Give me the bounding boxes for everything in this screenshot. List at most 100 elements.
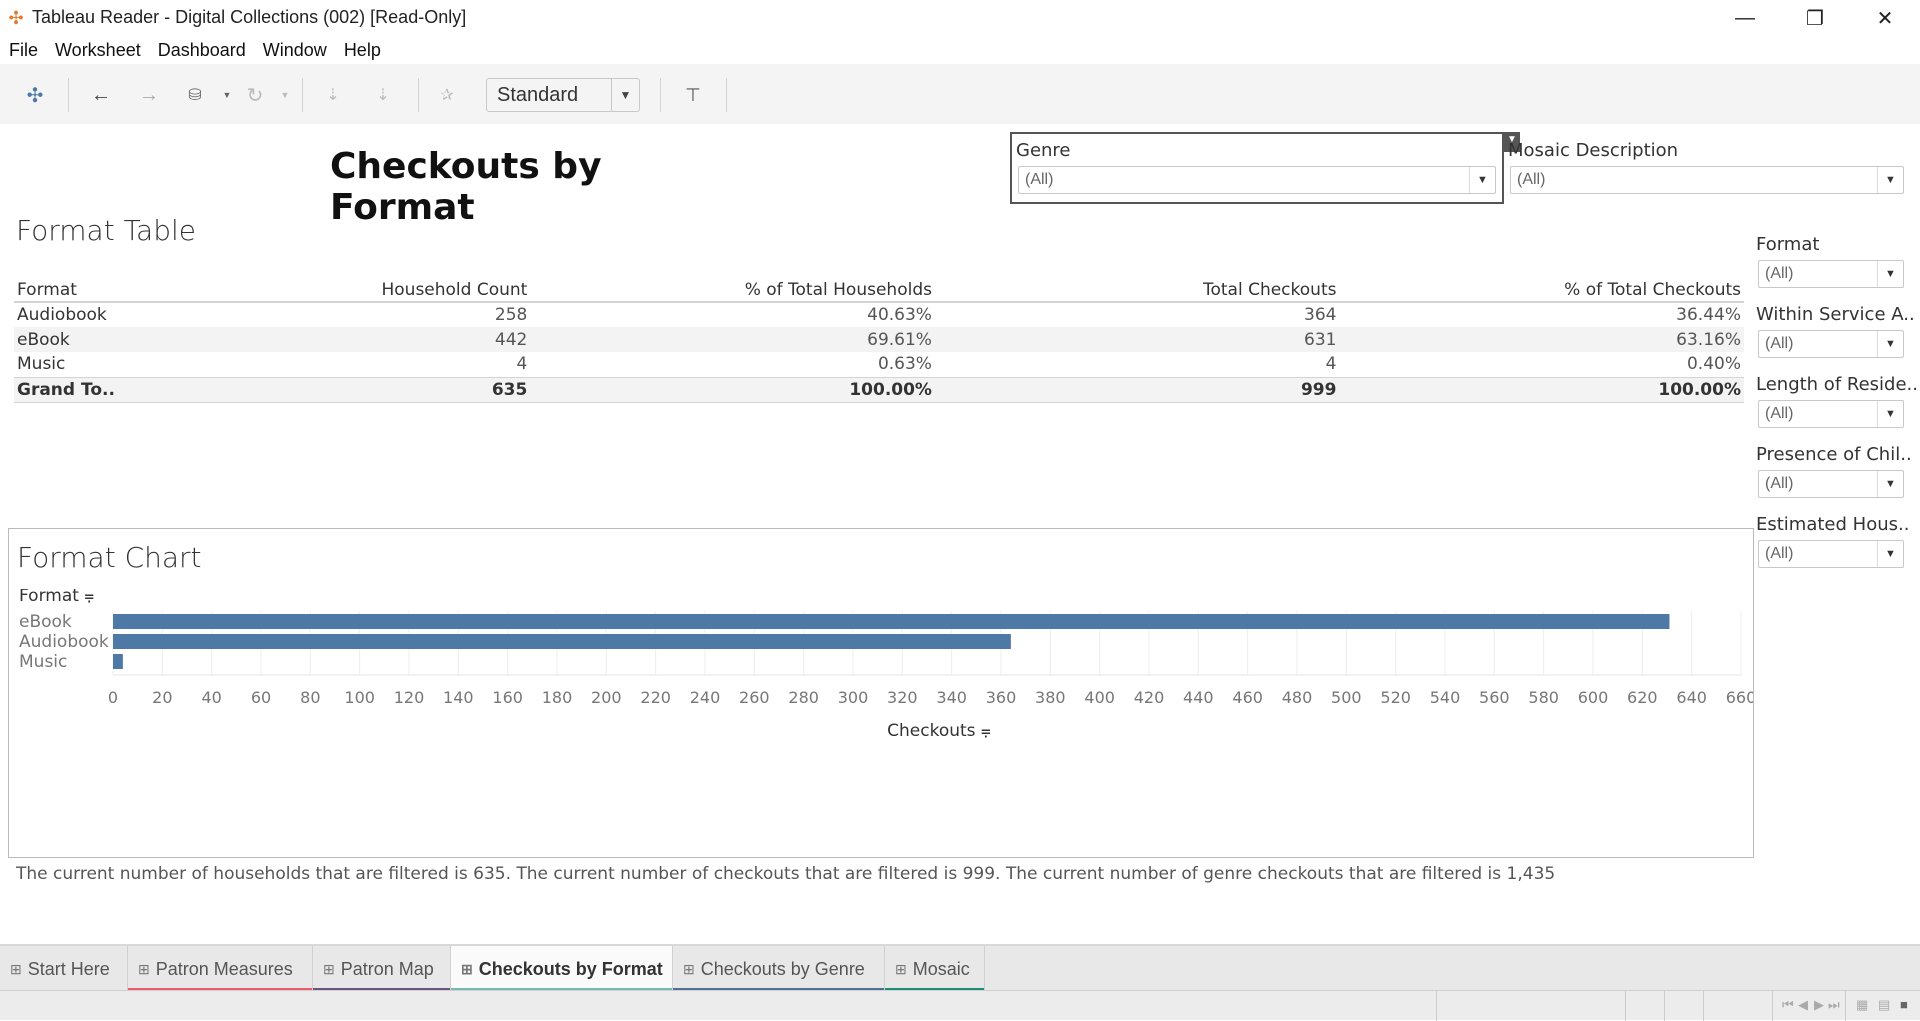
view-size-select[interactable]: Standard ▼ bbox=[486, 78, 640, 112]
status-bar: ⏮ ◀ ▶ ⏭ ▦ ▤ ■ bbox=[0, 990, 1920, 1021]
toolbar-divider bbox=[68, 78, 69, 112]
prev-page-icon[interactable]: ◀ bbox=[1798, 997, 1808, 1013]
next-page-icon[interactable]: ▶ bbox=[1814, 997, 1824, 1013]
x-tick-label: 580 bbox=[1528, 688, 1559, 707]
close-button[interactable]: ✕ bbox=[1850, 0, 1920, 36]
side-filter-select[interactable]: (All) ▼ bbox=[1758, 470, 1904, 498]
bar[interactable] bbox=[113, 654, 123, 669]
total-cell[interactable]: 999 bbox=[934, 376, 1340, 403]
column-header[interactable]: % of Total Households bbox=[530, 278, 935, 303]
mosaic-filter-select[interactable]: (All) ▼ bbox=[1510, 166, 1904, 194]
table-cell[interactable]: 36.44% bbox=[1339, 302, 1744, 327]
x-tick-label: 280 bbox=[788, 688, 819, 707]
sheet-tab[interactable]: ⊞ Patron Measures bbox=[128, 946, 313, 992]
side-filter-select[interactable]: (All) ▼ bbox=[1758, 400, 1904, 428]
table-cell[interactable]: 364 bbox=[935, 302, 1340, 327]
format-table: Format Household Count % of Total Househ… bbox=[14, 278, 1744, 403]
first-page-icon[interactable]: ⏮ bbox=[1782, 997, 1794, 1013]
table-cell[interactable]: Music bbox=[14, 352, 183, 377]
sort-descending-icon[interactable]: ⇣ bbox=[368, 80, 398, 110]
single-view-icon[interactable]: ■ bbox=[1900, 997, 1908, 1012]
total-cell[interactable]: 100.00% bbox=[530, 376, 935, 403]
x-tick-label: 120 bbox=[394, 688, 425, 707]
back-arrow-icon[interactable]: ← bbox=[86, 80, 116, 110]
grand-total-row: Grand To.. 635 100.00% 999 100.00% bbox=[14, 376, 1744, 403]
sheet-tab-label: Start Here bbox=[27, 958, 110, 979]
menu-dashboard[interactable]: Dashboard bbox=[158, 36, 246, 64]
format-chart-title: Format Chart bbox=[17, 541, 202, 574]
table-cell[interactable]: eBook bbox=[14, 327, 184, 352]
pin-icon[interactable]: ✰ bbox=[432, 80, 462, 110]
table-cell[interactable]: 0.63% bbox=[530, 352, 935, 377]
total-cell[interactable]: 100.00% bbox=[1339, 376, 1744, 403]
refresh-dropdown-icon[interactable]: ▼ bbox=[270, 80, 300, 110]
category-label: eBook bbox=[19, 612, 72, 632]
menu-help[interactable]: Help bbox=[344, 36, 381, 64]
status-divider bbox=[1772, 991, 1773, 1021]
refresh-icon[interactable]: ↻ bbox=[240, 80, 270, 110]
x-tick-label: 260 bbox=[739, 688, 770, 707]
format-bar-chart: Format ⩦ eBookAudiobookMusic 0 20 40 60 80 100 1… bbox=[19, 589, 1753, 741]
bar[interactable] bbox=[113, 614, 1670, 629]
side-filter-select[interactable]: (All) ▼ bbox=[1758, 260, 1904, 288]
chevron-down-icon: ▼ bbox=[1877, 471, 1903, 497]
sheet-tab[interactable]: ⊞ Checkouts by Genre bbox=[673, 946, 885, 992]
x-tick-label: 560 bbox=[1479, 688, 1510, 707]
minimize-button[interactable]: — bbox=[1710, 0, 1780, 36]
table-cell[interactable]: 63.16% bbox=[1339, 327, 1744, 352]
table-cell[interactable]: 40.63% bbox=[530, 302, 935, 327]
table-cell[interactable]: 0.40% bbox=[1339, 352, 1744, 377]
status-divider bbox=[1703, 991, 1704, 1021]
table-cell[interactable]: 258 bbox=[183, 302, 530, 327]
total-cell[interactable]: 635 bbox=[183, 376, 531, 403]
dashboard-tab-icon: ⊞ bbox=[895, 960, 907, 977]
table-cell[interactable]: 4 bbox=[183, 352, 530, 377]
total-cell[interactable]: Grand To.. bbox=[14, 376, 184, 403]
toolbar-divider bbox=[302, 78, 303, 112]
menu-file[interactable]: File bbox=[9, 36, 38, 64]
sheet-tab[interactable]: ⊞ Checkouts by Format bbox=[451, 946, 673, 992]
pause-data-icon[interactable]: ⛁ bbox=[180, 80, 210, 110]
x-tick-label: 440 bbox=[1183, 688, 1214, 707]
chevron-down-icon: ▼ bbox=[1877, 541, 1903, 567]
column-header[interactable]: Format bbox=[14, 278, 184, 303]
table-cell[interactable]: 4 bbox=[935, 352, 1340, 377]
filmstrip-view-icon[interactable]: ▤ bbox=[1878, 997, 1890, 1013]
genre-filter-label: Genre bbox=[1016, 140, 1071, 161]
table-cell[interactable]: 442 bbox=[183, 327, 531, 352]
table-cell[interactable]: 631 bbox=[934, 327, 1340, 352]
presentation-icon[interactable]: ⊤ bbox=[678, 80, 708, 110]
x-tick-label: 220 bbox=[640, 688, 671, 707]
x-tick-label: 620 bbox=[1627, 688, 1658, 707]
x-tick-label: 540 bbox=[1430, 688, 1461, 707]
sheet-tab[interactable]: ⊞ Mosaic bbox=[885, 946, 985, 992]
column-header[interactable]: % of Total Checkouts bbox=[1339, 278, 1744, 303]
table-cell[interactable]: Audiobook bbox=[14, 302, 183, 327]
column-header[interactable]: Household Count bbox=[183, 278, 531, 303]
sheet-tab[interactable]: ⊞ Start Here bbox=[0, 946, 128, 992]
x-tick-label: 360 bbox=[986, 688, 1017, 707]
side-filter-select[interactable]: (All) ▼ bbox=[1758, 540, 1904, 568]
chevron-down-icon: ▼ bbox=[1877, 261, 1903, 287]
side-filter-select[interactable]: (All) ▼ bbox=[1758, 330, 1904, 358]
x-tick-label: 0 bbox=[108, 688, 118, 707]
tableau-home-icon[interactable]: ✣ bbox=[20, 80, 50, 110]
menu-bar: File Worksheet Dashboard Window Help bbox=[0, 36, 1920, 64]
category-label: Music bbox=[19, 652, 67, 672]
grid-view-icon[interactable]: ▦ bbox=[1856, 997, 1868, 1013]
chevron-down-icon: ▼ bbox=[1469, 167, 1495, 193]
bar[interactable] bbox=[113, 634, 1011, 649]
dashboard-tab-icon: ⊞ bbox=[461, 960, 473, 977]
sheet-tab[interactable]: ⊞ Patron Map bbox=[313, 946, 451, 992]
menu-window[interactable]: Window bbox=[263, 36, 327, 64]
table-row: eBook 442 69.61% 631 63.16% bbox=[14, 327, 1744, 352]
forward-arrow-icon[interactable]: → bbox=[134, 80, 164, 110]
menu-worksheet[interactable]: Worksheet bbox=[55, 36, 141, 64]
sort-ascending-icon[interactable]: ⇣ bbox=[318, 80, 348, 110]
restore-button[interactable]: ❐ bbox=[1780, 0, 1850, 36]
genre-filter-select[interactable]: (All) ▼ bbox=[1018, 166, 1496, 194]
pause-dropdown-icon[interactable]: ▼ bbox=[212, 80, 242, 110]
column-header[interactable]: Total Checkouts bbox=[934, 278, 1340, 303]
table-cell[interactable]: 69.61% bbox=[530, 327, 935, 352]
last-page-icon[interactable]: ⏭ bbox=[1828, 997, 1840, 1013]
